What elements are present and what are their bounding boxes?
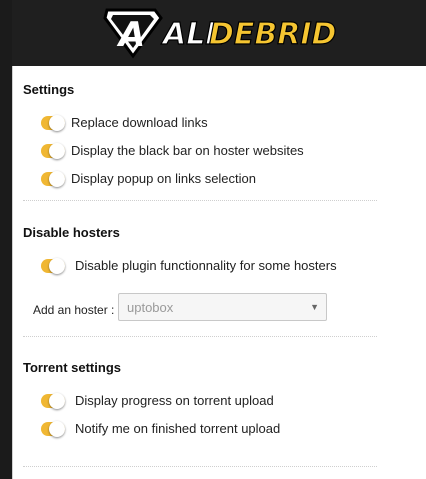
option-label: Display popup on links selection	[71, 171, 256, 186]
settings-title: Settings	[23, 82, 75, 97]
option-label: Notify me on finished torrent upload	[75, 421, 281, 436]
option-torrent-progress: Display progress on torrent upload	[41, 392, 274, 409]
toggle-torrent-progress[interactable]	[41, 392, 65, 409]
window-edge	[0, 0, 12, 479]
divider	[23, 466, 377, 467]
divider	[23, 200, 377, 201]
option-disable-plugin: Disable plugin functionnality for some h…	[41, 257, 337, 274]
alldebrid-logo: A ALL DEBRID	[103, 8, 337, 59]
hoster-select[interactable]: uptobox ▼	[118, 293, 327, 321]
settings-panel: Settings Replace download links Display …	[12, 66, 426, 479]
option-label: Replace download links	[71, 115, 208, 130]
option-black-bar: Display the black bar on hoster websites	[41, 142, 304, 159]
logo-text-debrid: DEBRID	[209, 17, 336, 52]
option-label: Display the black bar on hoster websites	[71, 143, 304, 158]
toggle-replace-links[interactable]	[41, 114, 65, 131]
hoster-select-value: uptobox	[127, 299, 174, 315]
add-hoster-label: Add an hoster :	[33, 303, 115, 317]
toggle-disable-plugin[interactable]	[41, 257, 65, 274]
header-bar: A ALL DEBRID	[12, 0, 426, 66]
options-page: A ALL DEBRID Settings Replace download l…	[0, 0, 426, 479]
option-label: Display progress on torrent upload	[75, 393, 274, 408]
toggle-popup[interactable]	[41, 170, 65, 187]
toggle-torrent-notify[interactable]	[41, 420, 65, 437]
divider	[23, 336, 377, 337]
disable-hosters-title: Disable hosters	[23, 225, 120, 240]
option-label: Disable plugin functionnality for some h…	[75, 258, 337, 273]
option-popup: Display popup on links selection	[41, 170, 256, 187]
chevron-down-icon: ▼	[310, 302, 319, 312]
option-torrent-notify: Notify me on finished torrent upload	[41, 420, 281, 437]
torrent-settings-title: Torrent settings	[23, 360, 121, 375]
logo-shield-letter: A	[116, 15, 145, 55]
option-replace-links: Replace download links	[41, 114, 208, 131]
toggle-black-bar[interactable]	[41, 142, 65, 159]
